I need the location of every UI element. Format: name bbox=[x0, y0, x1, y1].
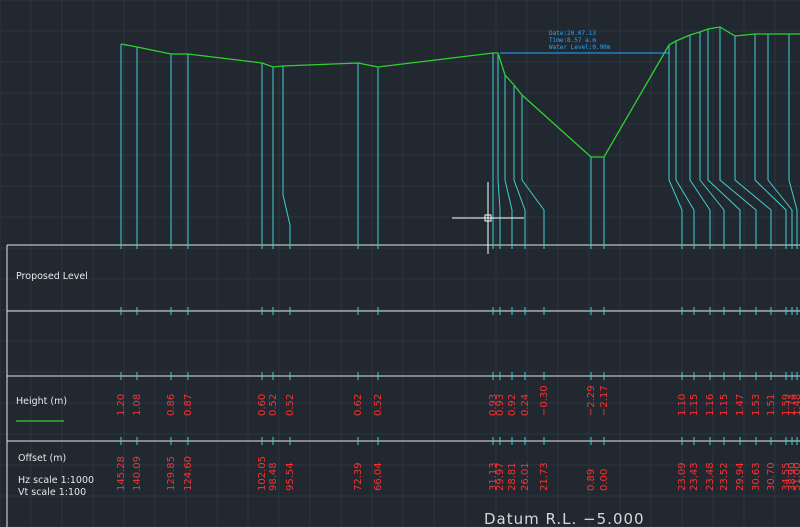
height-value: −2.29 bbox=[586, 385, 597, 416]
datum-label: Datum R.L. −5.000 bbox=[484, 510, 645, 527]
hz-scale-label: Hz scale 1:1000 bbox=[18, 475, 94, 486]
offset-value: 29.97 bbox=[495, 462, 506, 491]
offset-value: 102.05 bbox=[257, 456, 268, 491]
offset-value: 98.48 bbox=[268, 462, 279, 491]
offset-value: 29.94 bbox=[735, 462, 746, 491]
background-grid bbox=[0, 0, 800, 527]
station-line bbox=[504, 75, 513, 247]
vt-scale-label: Vt scale 1:100 bbox=[18, 487, 86, 498]
height-value: 1.10 bbox=[677, 394, 688, 416]
height-value: 1.51 bbox=[766, 394, 777, 416]
offset-value: 23.52 bbox=[719, 462, 730, 491]
offset-value: 30.70 bbox=[766, 462, 777, 491]
offset-value: 21.73 bbox=[539, 462, 550, 491]
height-value: 0.60 bbox=[257, 394, 268, 416]
ground-profile-line bbox=[120, 26, 800, 158]
height-value: 0.87 bbox=[183, 394, 194, 416]
offset-value: 66.04 bbox=[373, 462, 384, 491]
height-value: 0.86 bbox=[166, 394, 177, 416]
offset-value: 23.43 bbox=[689, 462, 700, 491]
height-value: 1.20 bbox=[116, 394, 127, 416]
station-line bbox=[767, 34, 793, 247]
offset-value: 140.09 bbox=[132, 456, 143, 491]
height-value: −0.30 bbox=[539, 385, 550, 416]
offset-value: 95.54 bbox=[285, 462, 296, 491]
station-line bbox=[719, 27, 757, 247]
offset-value: 145.28 bbox=[116, 456, 127, 491]
height-value: −2.17 bbox=[599, 385, 610, 416]
offset-value: 0.00 bbox=[599, 469, 610, 491]
station-line bbox=[513, 85, 526, 247]
height-value: 1.08 bbox=[132, 394, 143, 416]
height-value: 0.92 bbox=[507, 394, 518, 416]
height-value: 0.52 bbox=[285, 394, 296, 416]
offset-value: 0.89 bbox=[586, 469, 597, 491]
proposed-level-label: Proposed Level bbox=[16, 271, 88, 282]
height-label: Height (m) bbox=[16, 396, 67, 407]
offset-value: 30.63 bbox=[751, 462, 762, 491]
height-value: 0.52 bbox=[268, 394, 279, 416]
height-value: 0.93 bbox=[495, 394, 506, 416]
offset-value: 26.01 bbox=[520, 462, 531, 491]
station-line bbox=[675, 41, 695, 247]
crosshair-cursor[interactable] bbox=[452, 182, 524, 254]
offset-values: 145.28 140.09 129.85 124.60 102.05 98.48 95.54… bbox=[116, 456, 800, 491]
height-value: 1.16 bbox=[705, 394, 716, 416]
annotation-time: Time:8.57 a.m bbox=[549, 37, 596, 44]
offset-value: 129.85 bbox=[166, 456, 177, 491]
offset-value: 23.48 bbox=[705, 462, 716, 491]
offset-value: 51.00 bbox=[792, 462, 800, 491]
station-lines bbox=[120, 27, 798, 247]
offset-value: 23.09 bbox=[677, 462, 688, 491]
offset-value: 28.81 bbox=[507, 462, 518, 491]
offset-value: 124.60 bbox=[183, 456, 194, 491]
height-value: 1.15 bbox=[689, 394, 700, 416]
annotation-date: Date:20.07.13 bbox=[549, 30, 596, 37]
height-value: 1.47 bbox=[735, 394, 746, 416]
height-value: 1.15 bbox=[719, 394, 730, 416]
height-value: 0.24 bbox=[520, 394, 531, 416]
offset-label: Offset (m) bbox=[18, 453, 66, 464]
cad-drawing-canvas[interactable]: Date:20.07.13 Time:8.57 a.m Water Level:… bbox=[0, 0, 800, 527]
height-values: 1.20 1.08 0.86 0.87 0.60 0.52 0.52 0.62 0.52 0.93… bbox=[116, 385, 800, 416]
annotation-water-level: Water Level:0.90m bbox=[549, 44, 611, 51]
height-value: 0.52 bbox=[373, 394, 384, 416]
station-line bbox=[788, 34, 798, 247]
offset-value: 72.39 bbox=[353, 462, 364, 491]
height-value: 0.62 bbox=[353, 394, 364, 416]
height-value: 1.53 bbox=[751, 394, 762, 416]
height-value: 1.48 bbox=[792, 394, 800, 416]
